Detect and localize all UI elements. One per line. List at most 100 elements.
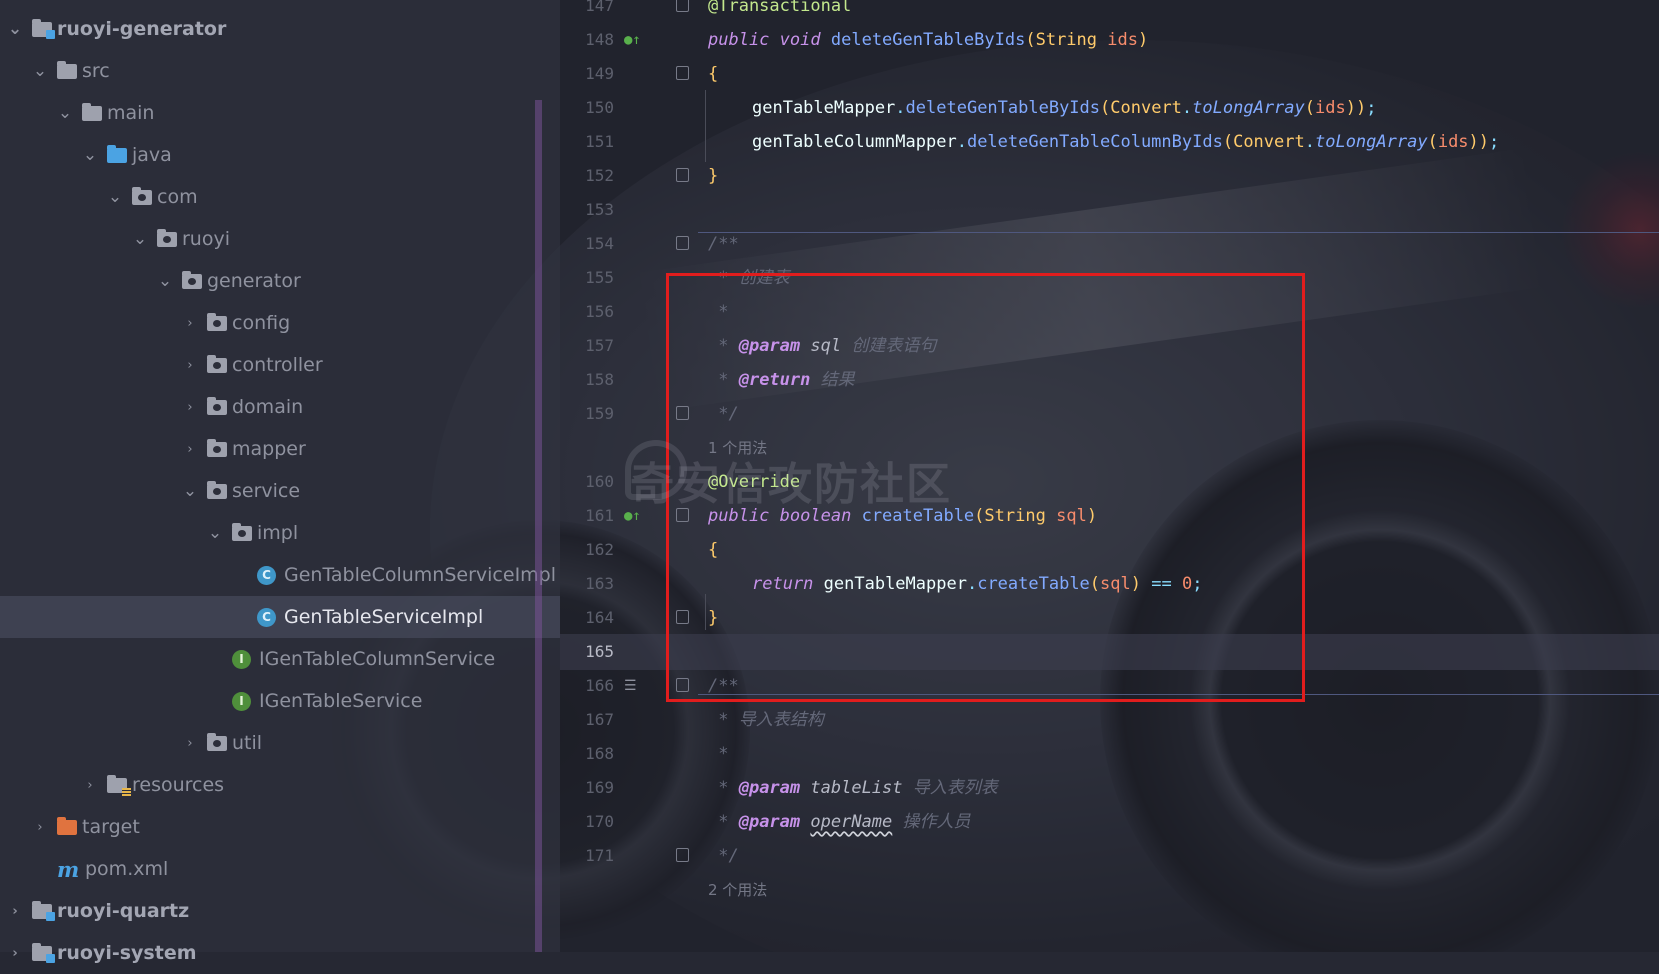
tree-item-main[interactable]: ⌄ main <box>0 92 560 134</box>
chevron-down-icon[interactable]: ⌄ <box>156 273 174 290</box>
code-line[interactable]: 167 * 导入表结构 <box>560 702 1659 738</box>
line-number: 149 <box>585 64 614 83</box>
tree-item-com[interactable]: ⌄ com <box>0 176 560 218</box>
tree-item-src[interactable]: ⌄ src <box>0 50 560 92</box>
tree-item-label: ruoyi-generator <box>57 18 227 40</box>
source-folder-icon <box>107 144 127 163</box>
package-icon <box>207 480 227 499</box>
class-icon: C <box>257 607 276 627</box>
tree-item-label: controller <box>232 354 323 376</box>
tree-item-ruoyi-generator[interactable]: ⌄ ruoyi-generator <box>0 8 560 50</box>
line-number: 162 <box>585 540 614 559</box>
usage-hint-line[interactable]: 2 个用法 <box>560 872 1659 908</box>
line-number: 160 <box>585 472 614 491</box>
code-line[interactable]: 151 genTableColumnMapper.deleteGenTableCo… <box>560 124 1659 160</box>
tree-item-ruoyi-system[interactable]: › ruoyi-system <box>0 932 560 974</box>
implements-gutter-icon[interactable]: ●↑ <box>624 22 641 58</box>
tree-item-service[interactable]: ⌄ service <box>0 470 560 512</box>
package-icon <box>182 270 202 289</box>
tree-item-igentablecolumnservice[interactable]: ›IIGenTableColumnService <box>0 638 560 680</box>
chevron-down-icon[interactable]: ⌄ <box>206 525 224 542</box>
chevron-down-icon[interactable]: ⌄ <box>81 147 99 164</box>
tree-item-label: ruoyi-quartz <box>57 900 190 922</box>
line-number: 165 <box>585 642 614 661</box>
tree-item-label: util <box>232 732 263 754</box>
resources-folder-icon <box>107 774 131 796</box>
code-line[interactable]: 147 @Transactional <box>560 0 1659 24</box>
code-text: } <box>708 166 719 186</box>
tree-item-controller[interactable]: › controller <box>0 344 560 386</box>
tree-item-pom-xml[interactable]: ›mpom.xml <box>0 848 560 890</box>
chevron-right-icon[interactable]: › <box>181 316 199 331</box>
tree-item-resources[interactable]: › resources <box>0 764 560 806</box>
tree-item-ruoyi-quartz[interactable]: › ruoyi-quartz <box>0 890 560 932</box>
chevron-down-icon[interactable]: ⌄ <box>31 63 49 80</box>
tree-item-mapper[interactable]: › mapper <box>0 428 560 470</box>
code-line[interactable]: 170 * @param operName 操作人员 <box>560 804 1659 840</box>
chevron-right-icon[interactable]: › <box>6 904 24 919</box>
line-number: 153 <box>585 200 614 219</box>
tree-item-ruoyi[interactable]: ⌄ ruoyi <box>0 218 560 260</box>
module-folder-icon <box>32 900 55 921</box>
interface-icon: I <box>232 649 251 669</box>
package-icon <box>207 438 227 457</box>
code-line[interactable]: 148 ●↑ public void deleteGenTableByIds(Str… <box>560 22 1659 58</box>
chevron-down-icon[interactable]: ⌄ <box>56 105 74 122</box>
tree-item-generator[interactable]: ⌄ generator <box>0 260 560 302</box>
tree-item-label: generator <box>207 270 301 292</box>
chevron-down-icon[interactable]: ⌄ <box>6 21 24 38</box>
tree-item-label: mapper <box>232 438 306 460</box>
tree-item-domain[interactable]: › domain <box>0 386 560 428</box>
code-line[interactable]: 168 * <box>560 736 1659 772</box>
chevron-right-icon[interactable]: › <box>181 442 199 457</box>
code-line[interactable]: 169 * @param tableList 导入表列表 <box>560 770 1659 806</box>
chevron-right-icon[interactable]: › <box>6 946 24 961</box>
chevron-right-icon[interactable]: › <box>31 820 49 835</box>
method-separator <box>698 232 1659 233</box>
code-line[interactable]: 149 { <box>560 56 1659 92</box>
tree-item-util[interactable]: › util <box>0 722 560 764</box>
chevron-right-icon[interactable]: › <box>81 778 99 793</box>
line-number: 164 <box>585 608 614 627</box>
tree-item-gentableserviceimpl[interactable]: ›CGenTableServiceImpl <box>0 596 560 638</box>
code-line[interactable]: 150 genTableMapper.deleteGenTableByIds(Co… <box>560 90 1659 126</box>
tree-item-label: src <box>82 60 110 82</box>
chevron-right-icon[interactable]: › <box>181 736 199 751</box>
usage-hint[interactable]: 2 个用法 <box>708 872 767 908</box>
package-icon <box>157 228 177 247</box>
module-folder-icon <box>32 942 55 963</box>
line-number: 147 <box>585 0 614 15</box>
tree-item-gentablecolumnserviceimpl[interactable]: ›CGenTableColumnServiceImpl <box>0 554 560 596</box>
package-icon <box>207 312 227 331</box>
code-line[interactable]: 153 <box>560 192 1659 228</box>
line-number: 151 <box>585 132 614 151</box>
tree-item-config[interactable]: › config <box>0 302 560 344</box>
folder-icon <box>57 60 77 79</box>
tree-item-label: resources <box>132 774 225 796</box>
fold-marker-icon[interactable] <box>676 0 689 12</box>
code-text: genTableColumnMapper.deleteGenTableColum… <box>752 132 1500 152</box>
fold-marker-icon[interactable] <box>676 236 689 250</box>
chevron-down-icon[interactable]: ⌄ <box>131 231 149 248</box>
code-line[interactable]: 152} <box>560 158 1659 194</box>
fold-marker-icon[interactable] <box>676 168 689 182</box>
tree-item-igentableservice[interactable]: ›IIGenTableService <box>0 680 560 722</box>
chevron-down-icon[interactable]: ⌄ <box>106 189 124 206</box>
chevron-right-icon[interactable]: › <box>181 400 199 415</box>
code-line[interactable]: 171 */ <box>560 838 1659 874</box>
tree-item-target[interactable]: › target <box>0 806 560 848</box>
tree-item-impl[interactable]: ⌄ impl <box>0 512 560 554</box>
line-number: 154 <box>585 234 614 253</box>
project-tool-window[interactable]: ⌄ ruoyi-generator ⌄ src ⌄ main ⌄ java ⌄ com ⌄ ruoyi… <box>0 0 560 964</box>
project-scrollbar[interactable] <box>535 100 542 952</box>
interface-icon: I <box>232 691 251 711</box>
fold-marker-icon[interactable] <box>676 848 689 862</box>
chevron-right-icon[interactable]: › <box>181 358 199 373</box>
fold-marker-icon[interactable] <box>676 66 689 80</box>
tree-item-java[interactable]: ⌄ java <box>0 134 560 176</box>
tree-item-label: ruoyi <box>182 228 231 250</box>
render-doc-icon[interactable]: ☰ <box>624 668 637 704</box>
package-icon <box>207 732 227 751</box>
chevron-down-icon[interactable]: ⌄ <box>181 483 199 500</box>
line-number: 148 <box>585 30 614 49</box>
